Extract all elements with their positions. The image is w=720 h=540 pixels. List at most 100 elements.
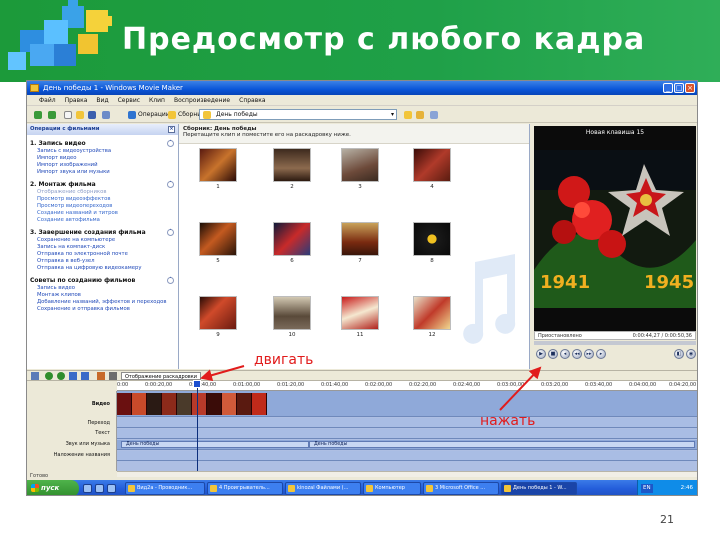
clip-thumbnail[interactable]: 4: [413, 148, 451, 192]
forward-button[interactable]: ▸▸: [584, 349, 594, 359]
narrate-icon[interactable]: [97, 372, 105, 380]
previous-frame-button[interactable]: ◂: [560, 349, 570, 359]
clip-thumbnail[interactable]: 3: [341, 148, 379, 192]
window-titlebar[interactable]: День победы 1 - Windows Movie Maker _ □ …: [27, 81, 697, 95]
menu-file[interactable]: Файл: [39, 95, 56, 105]
tasks-pane-close-icon[interactable]: ×: [168, 126, 175, 133]
storyboard-toggle-button[interactable]: Отображение раскадровки: [121, 372, 201, 380]
task-link[interactable]: Импорт звука или музыки: [27, 169, 178, 176]
playback-state: Приостановлено: [538, 333, 582, 339]
clip-thumbnail[interactable]: 1: [199, 148, 237, 192]
window-app-icon: [288, 485, 295, 492]
quick-launch-icon[interactable]: [95, 484, 104, 493]
seek-bar[interactable]: [534, 341, 696, 345]
task-link[interactable]: Отправка на цифровую видеокамеру: [27, 265, 178, 272]
clip-thumbnail[interactable]: 12: [413, 296, 451, 340]
audio-clip[interactable]: День победы: [121, 441, 309, 448]
ruler-tick: 0:01:00,00: [233, 382, 261, 388]
task-link[interactable]: Импорт изображений: [27, 162, 178, 169]
audio-clip[interactable]: День победы: [309, 441, 695, 448]
clip-thumbnail[interactable]: 5: [199, 222, 237, 266]
taskbar-window-button[interactable]: Вид2а - Проводник...: [125, 482, 205, 495]
clip-thumbnail[interactable]: 10: [273, 296, 311, 340]
title-overlay-track[interactable]: [117, 451, 697, 461]
collapse-chevron-icon[interactable]: ˄: [167, 229, 174, 236]
menu-edit[interactable]: Правка: [65, 95, 88, 105]
maximize-button[interactable]: □: [674, 83, 684, 93]
task-link[interactable]: Просмотр видеоэффектов: [27, 196, 178, 203]
task-link[interactable]: Сохранение и отправка фильмов: [27, 306, 178, 313]
audio-track[interactable]: День победы День победы: [117, 440, 697, 450]
play-timeline-icon[interactable]: [81, 372, 89, 380]
taskbar-window-button[interactable]: 3 Microsoft Office ...: [423, 482, 499, 495]
quick-launch-icon[interactable]: [107, 484, 116, 493]
undo-button[interactable]: [99, 109, 115, 120]
taskbar-window-button[interactable]: kinozal Файлами (...: [285, 482, 361, 495]
split-clip-button[interactable]: ◧: [674, 349, 684, 359]
taskbar-window-button[interactable]: 4 Проигрыватель...: [207, 482, 283, 495]
back-arrow-icon: [34, 110, 42, 119]
play-button[interactable]: ▶: [536, 349, 546, 359]
clock: 2:46: [680, 485, 693, 491]
video-track[interactable]: [117, 391, 697, 417]
task-link[interactable]: Создание названий и титров: [27, 210, 178, 217]
movie-maker-app-icon: [30, 84, 39, 92]
task-link[interactable]: Запись на компакт-диск: [27, 244, 178, 251]
status-bar-text: Готово: [30, 473, 49, 479]
taskbar-window-button[interactable]: Компьютер: [363, 482, 421, 495]
clip-thumbnail[interactable]: 8: [413, 222, 451, 266]
task-link[interactable]: Импорт видео: [27, 155, 178, 162]
close-button[interactable]: ×: [685, 83, 695, 93]
menu-clip[interactable]: Клип: [149, 95, 165, 105]
clip-thumbnail[interactable]: 6: [273, 222, 311, 266]
text-track[interactable]: [117, 429, 697, 439]
clip-thumbnail[interactable]: 11: [341, 296, 379, 340]
next-frame-button[interactable]: ▸: [596, 349, 606, 359]
audio-levels-icon[interactable]: [109, 372, 117, 380]
stop-button[interactable]: ■: [548, 349, 558, 359]
clip-thumbnail[interactable]: 9: [199, 296, 237, 340]
task-link[interactable]: Сохранение на компьютере: [27, 237, 178, 244]
playback-controls: ▶ ■ ◂ ◂◂ ▸▸ ▸ ◧ ◉: [534, 346, 696, 362]
task-link[interactable]: Просмотр видеопереходов: [27, 203, 178, 210]
task-link[interactable]: Добавление названий, эффектов и переходо…: [27, 299, 178, 306]
collapse-chevron-icon[interactable]: ˄: [167, 277, 174, 284]
task-link[interactable]: Монтаж клипов: [27, 292, 178, 299]
task-link[interactable]: Отправка по электронной почте: [27, 251, 178, 258]
main-toolbar: Операции Сборники День победы ▾: [27, 106, 697, 123]
movie-tasks-pane: Операции с фильмами × 1. Запись видео ˄ З…: [27, 124, 179, 369]
transition-track[interactable]: [117, 418, 697, 428]
views-button[interactable]: [427, 109, 443, 120]
language-indicator[interactable]: EN: [641, 484, 653, 493]
task-link[interactable]: Отправка в веб-узел: [27, 258, 178, 265]
rewind-timeline-icon[interactable]: [69, 372, 77, 380]
quick-launch-icon[interactable]: [83, 484, 92, 493]
timeline-ruler[interactable]: 0:00 0:00:20,00 0:00:40,00 0:01:00,00 0:…: [117, 381, 697, 391]
rewind-button[interactable]: ◂◂: [572, 349, 582, 359]
zoom-in-icon[interactable]: [45, 372, 53, 380]
playhead-handle[interactable]: [193, 380, 201, 388]
menu-help[interactable]: Справка: [239, 95, 265, 105]
page-number: 21: [660, 513, 674, 526]
video-frame: [177, 393, 192, 415]
taskbar-window-button-active[interactable]: День победы 1 - W...: [501, 482, 577, 495]
clip-thumbnail[interactable]: 7: [341, 222, 379, 266]
collapse-chevron-icon[interactable]: ˄: [167, 140, 174, 147]
start-button[interactable]: пуск: [27, 480, 79, 495]
task-link[interactable]: Отображение сборников: [27, 189, 178, 196]
forward-button[interactable]: [45, 109, 61, 120]
collapse-chevron-icon[interactable]: ˄: [167, 181, 174, 188]
minimize-button[interactable]: _: [663, 83, 673, 93]
menu-tools[interactable]: Сервис: [118, 95, 140, 105]
zoom-out-icon[interactable]: [57, 372, 65, 380]
menu-view[interactable]: Вид: [96, 95, 108, 105]
collection-selector[interactable]: День победы ▾: [199, 109, 397, 120]
timeline-menu-icon[interactable]: [31, 372, 39, 380]
video-clip-strip[interactable]: [117, 393, 267, 415]
task-link[interactable]: Запись с видеоустройства: [27, 148, 178, 155]
task-link[interactable]: Запись видео: [27, 285, 178, 292]
snapshot-button[interactable]: ◉: [686, 349, 696, 359]
task-link[interactable]: Создание автофильма: [27, 217, 178, 224]
menu-play[interactable]: Воспроизведение: [174, 95, 230, 105]
clip-thumbnail[interactable]: 2: [273, 148, 311, 192]
